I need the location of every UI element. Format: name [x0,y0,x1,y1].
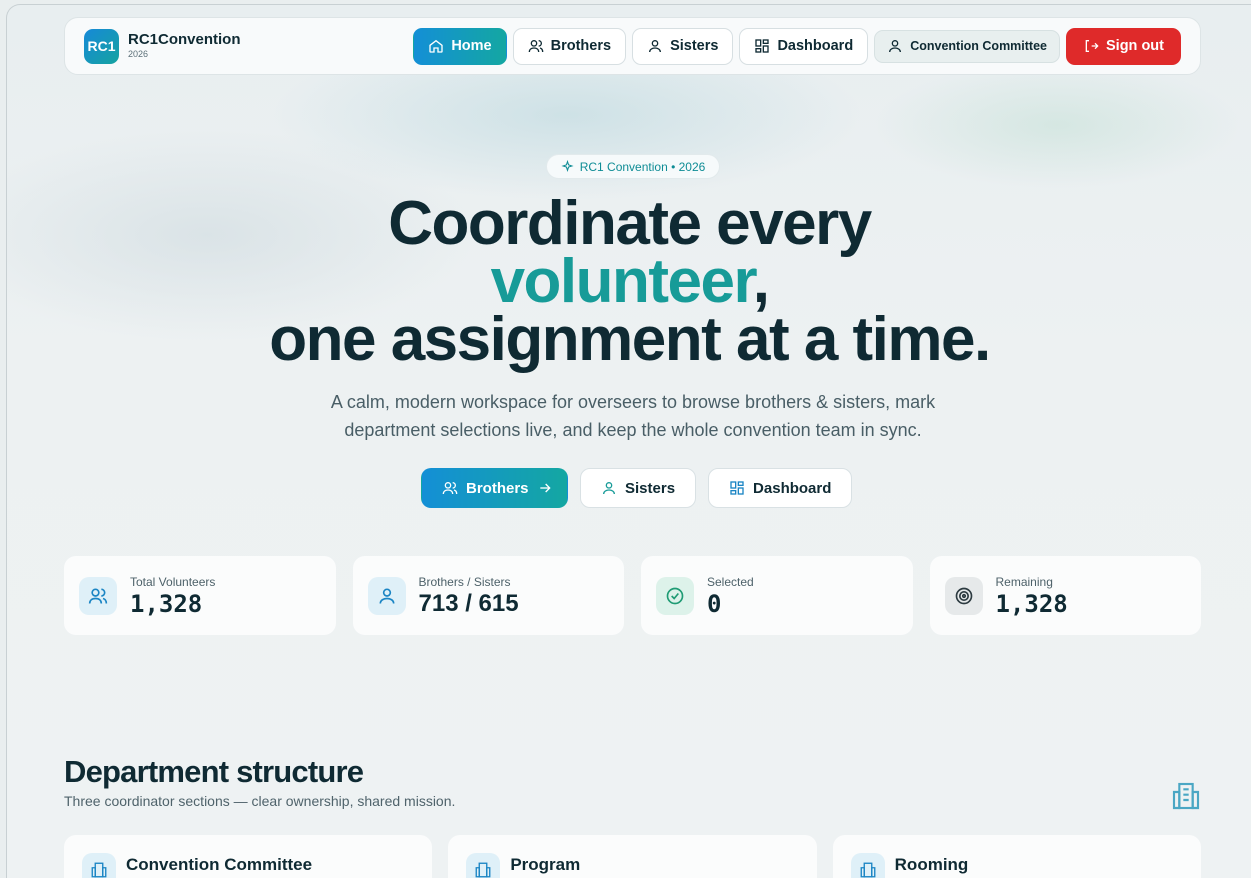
department-section-title: Department structure [64,754,364,789]
department-cards: Convention Committee Program Rooming [64,835,1201,878]
department-card-rooming[interactable]: Rooming [832,835,1201,878]
cta-sisters-button[interactable]: Sisters [580,468,697,508]
cta-brothers-label: Brothers [466,479,529,497]
brand-logo: RC1 [84,28,119,64]
target-icon [944,576,983,615]
stat-label: Total Volunteers [130,574,216,589]
sign-out-label: Sign out [1106,38,1164,54]
stat-card-brothers-sisters: Brothers / Sisters 713 / 615 [352,556,624,635]
stat-card-selected: Selected 0 [641,556,913,635]
nav-sisters-button[interactable]: Sisters [632,27,734,65]
stat-value: 1,328 [995,589,1068,618]
users-icon [528,38,544,54]
committee-role-badge[interactable]: Convention Committee [874,29,1060,63]
department-name: Program [510,855,581,874]
users-icon [79,576,117,615]
hero-title-line3: one assignment at a time. [269,305,991,374]
stat-value: 0 [707,589,722,618]
stat-card-remaining: Remaining 1,328 [929,556,1201,635]
building-icon [1170,780,1202,817]
hero-badge: RC1 Convention • 2026 [546,154,720,179]
department-name: Rooming [894,855,969,874]
nav-brothers-label: Brothers [550,38,612,54]
hero-title: Coordinate every volunteer, one assignme… [7,189,1251,374]
hero-cta-row: Brothers Sisters Dashboard [421,468,853,508]
nav-dashboard-button[interactable]: Dashboard [739,27,869,65]
hero-subtitle: A calm, modern workspace for overseers t… [330,392,936,440]
nav-home-button[interactable]: Home [413,27,507,65]
nav-brothers-button[interactable]: Brothers [512,27,627,65]
user-icon [887,38,903,54]
department-section-subtitle: Three coordinator sections — clear owner… [64,793,456,809]
dashboard-icon [754,38,770,54]
nav-dashboard-label: Dashboard [777,38,854,54]
nav-home-label: Home [451,38,492,54]
stat-label: Remaining [995,574,1053,589]
user-icon [647,38,663,54]
committee-role-label: Convention Committee [910,39,1047,53]
stat-label: Brothers / Sisters [418,574,511,589]
check-circle-icon [656,576,694,615]
department-card-committee[interactable]: Convention Committee [64,835,433,878]
app-window: RC1 RC1Convention 2026 Home Brothers Sis… [6,4,1251,878]
hero-title-line1: Coordinate every [388,189,872,258]
building-icon [466,853,501,878]
building-icon [850,853,885,878]
brand[interactable]: RC1 RC1Convention 2026 [84,28,241,64]
nav-links: Home Brothers Sisters Dashboard Conventi… [413,27,1181,65]
department-card-program[interactable]: Program [448,835,817,878]
sign-out-button[interactable]: Sign out [1066,27,1181,65]
brand-name: RC1Convention [128,31,241,48]
sparkle-icon [561,160,574,173]
stat-card-total: Total Volunteers 1,328 [64,556,336,635]
log-out-icon [1083,38,1099,54]
user-icon [601,480,617,496]
stats-row: Total Volunteers 1,328 Brothers / Sister… [64,556,1201,635]
nav-sisters-label: Sisters [670,38,719,54]
brand-year: 2026 [128,49,149,59]
stat-label: Selected [707,574,754,589]
users-icon [442,480,458,496]
stat-value: 713 / 615 [418,589,519,617]
building-icon [82,853,116,878]
home-icon [428,38,444,54]
cta-sisters-label: Sisters [625,479,676,497]
arrow-right-icon [537,480,553,496]
dashboard-icon [729,480,745,496]
stat-value: 1,328 [130,589,203,618]
cta-dashboard-label: Dashboard [753,479,832,497]
hero-badge-text: RC1 Convention • 2026 [579,159,706,174]
cta-dashboard-button[interactable]: Dashboard [708,468,853,508]
department-name: Convention Committee [126,855,313,874]
top-navbar: RC1 RC1Convention 2026 Home Brothers Sis… [64,17,1201,75]
user-icon [367,576,406,615]
cta-brothers-button[interactable]: Brothers [421,468,568,508]
